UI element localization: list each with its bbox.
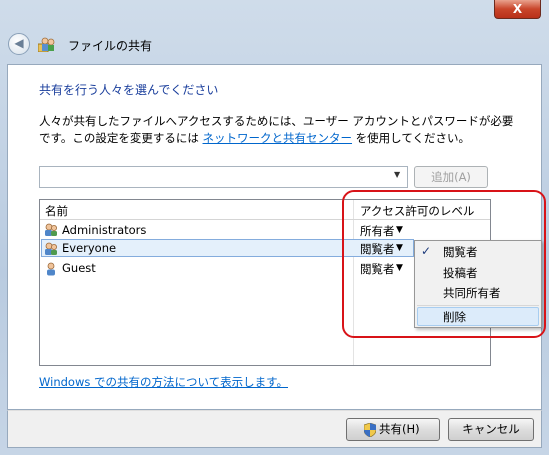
share-button-label[interactable]: 共有(H) [379,419,420,439]
close-button[interactable]: X [494,0,541,19]
back-arrow-icon[interactable]: ◀ [14,36,23,50]
description-part2: を使用してください。 [352,131,470,145]
description-text: 人々が共有したファイルへアクセスするためには、ユーザー アカウントとパスワードが… [39,113,519,147]
user-icon [47,262,55,276]
cancel-button[interactable]: キャンセル [448,418,534,441]
chevron-down-icon[interactable]: ▼ [394,170,400,179]
shield-icon[interactable] [364,423,376,437]
users-sharing-icon [38,37,55,52]
column-header-name[interactable]: 名前 [45,203,68,219]
instruction-heading: 共有を行う人々を選んでください [39,83,219,97]
network-sharing-center-link[interactable]: ネットワークと共有センター [203,131,353,145]
group-users-icon [45,242,57,255]
back-button[interactable]: ◀ [8,33,30,55]
add-button[interactable]: 追加(A) [414,166,488,188]
row-name-everyone[interactable]: Everyone [62,241,116,255]
close-icon[interactable]: X [513,2,522,16]
window-title: ファイルの共有 [68,39,153,53]
group-users-icon [45,223,57,236]
share-button[interactable]: 共有(H) [346,418,440,441]
row-name-guest[interactable]: Guest [62,261,96,275]
annotation-highlight-box [342,190,546,338]
help-link[interactable]: Windows での共有の方法について表示します。 [39,374,288,390]
row-name-administrators[interactable]: Administrators [62,223,146,237]
user-select-combobox[interactable] [39,166,408,188]
